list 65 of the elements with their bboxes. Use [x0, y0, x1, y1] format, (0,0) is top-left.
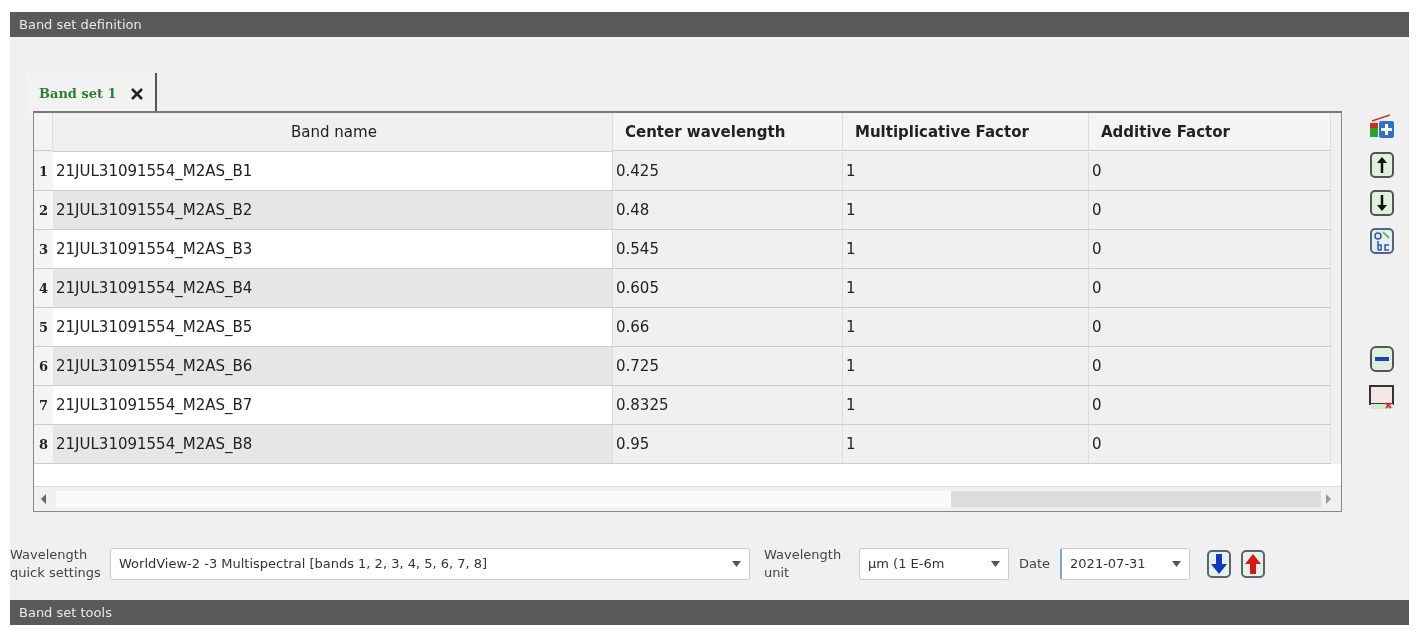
field-label: Wavelength quick settings [10, 546, 102, 582]
remove-icon[interactable] [1369, 345, 1395, 373]
table-cell[interactable]: 1 [843, 386, 1089, 425]
column-header[interactable]: Band name [53, 113, 613, 152]
dropdown[interactable]: µm (1 E-6m [859, 547, 1009, 580]
table-cell[interactable]: 0 [1089, 152, 1331, 191]
table-cell[interactable]: 1 [843, 230, 1089, 269]
row-number: 5 [34, 308, 53, 347]
row-number: 4 [34, 269, 53, 308]
table-cell[interactable]: 1 [843, 269, 1089, 308]
table-cell[interactable]: 0.66 [613, 308, 843, 347]
row-number: 6 [34, 347, 53, 386]
dropdown-arrow-icon[interactable] [1172, 561, 1182, 568]
move-up-icon[interactable] [1369, 151, 1395, 179]
add-band-icon[interactable] [1368, 113, 1396, 141]
clear-table-icon[interactable] [1368, 383, 1396, 411]
table-cell[interactable]: 1 [843, 191, 1089, 230]
table-cell[interactable]: 0 [1089, 308, 1331, 347]
table-cell[interactable]: 21JUL31091554_M2AS_B7 [53, 386, 613, 425]
column-header[interactable]: Center wavelength [613, 113, 843, 151]
table-cell[interactable]: 21JUL31091554_M2AS_B6 [53, 347, 613, 386]
dropdown-arrow-icon[interactable] [991, 561, 1000, 568]
table-cell[interactable]: 0.605 [613, 269, 843, 308]
table-cell[interactable]: 1 [843, 425, 1089, 464]
table-cell[interactable]: 0 [1089, 386, 1331, 425]
table-cell[interactable]: 21JUL31091554_M2AS_B3 [53, 230, 613, 269]
field-label: Wavelength unit [764, 546, 843, 582]
column-header[interactable]: Additive Factor [1089, 113, 1331, 151]
section-header: Band set definition [10, 12, 1409, 37]
table-cell[interactable]: 0.725 [613, 347, 843, 386]
table-cell[interactable]: 0 [1089, 425, 1331, 464]
table-cell[interactable]: 0 [1089, 230, 1331, 269]
dropdown-arrow-icon[interactable] [732, 561, 741, 568]
table-cell[interactable]: 21JUL31091554_M2AS_B1 [53, 152, 613, 191]
row-number: 1 [34, 152, 53, 191]
table-cell[interactable]: 0.48 [613, 191, 843, 230]
row-number: 3 [34, 230, 53, 269]
section-header: Band set tools [10, 600, 1409, 625]
table-cell[interactable]: 21JUL31091554_M2AS_B2 [53, 191, 613, 230]
table-cell[interactable]: 0.95 [613, 425, 843, 464]
move-down-icon[interactable] [1369, 189, 1395, 217]
table-cell[interactable]: 1 [843, 152, 1089, 191]
table-cell[interactable]: 0 [1089, 191, 1331, 230]
row-number: 7 [34, 386, 53, 425]
table-cell[interactable]: 0.425 [613, 152, 843, 191]
table-cell[interactable]: 0 [1089, 269, 1331, 308]
dropdown[interactable]: WorldView-2 -3 Multispectral [bands 1, 2, 3, 4, 5, 6, 7, 8] [110, 547, 750, 580]
table-cell[interactable]: 1 [843, 347, 1089, 386]
horizontal-scrollbar[interactable] [34, 486, 1341, 511]
sort-icon[interactable] [1369, 227, 1395, 255]
table-cell[interactable]: 21JUL31091554_M2AS_B8 [53, 425, 613, 464]
export-icon[interactable] [1240, 548, 1267, 579]
table-cell[interactable]: 0.8325 [613, 386, 843, 425]
import-icon[interactable] [1206, 548, 1233, 579]
row-number: 2 [34, 191, 53, 230]
row-number: 8 [34, 425, 53, 464]
table-cell[interactable]: 0 [1089, 347, 1331, 386]
table-cell[interactable]: 1 [843, 308, 1089, 347]
date-field[interactable]: 2021-07-31 [1060, 547, 1191, 580]
field-label: Date [1019, 554, 1051, 573]
table-cell[interactable]: 0.545 [613, 230, 843, 269]
table-cell[interactable]: 21JUL31091554_M2AS_B5 [53, 308, 613, 347]
close-icon[interactable] [130, 87, 143, 100]
column-header[interactable]: Multiplicative Factor [843, 113, 1089, 151]
table-cell[interactable]: 21JUL31091554_M2AS_B4 [53, 269, 613, 308]
